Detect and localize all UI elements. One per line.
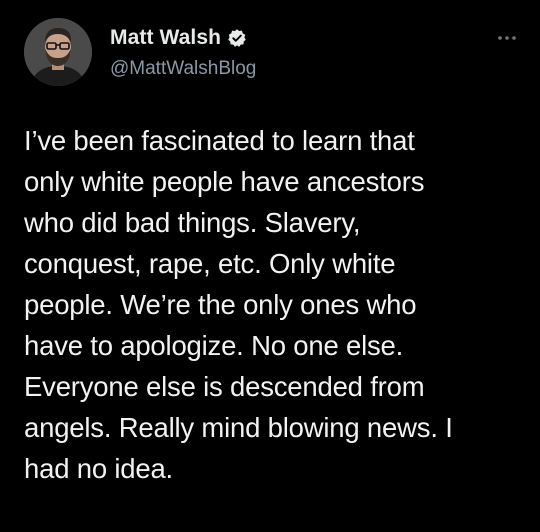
tweet-text: I’ve been fascinated to learn that only … [24,120,524,489]
tweet-text-line: only white people have ancestors [24,166,425,197]
more-options-icon[interactable] [496,30,518,40]
tweet-text-line: I’ve been fascinated to learn that [24,125,415,156]
profile-photo-icon [24,18,92,86]
tweet-text-line: who did bad things. Slavery, [24,207,361,238]
tweet-text-line: angels. Really mind blowing news. I [24,412,453,443]
author-name-row: Matt Walsh [110,26,247,50]
tweet-text-line: people. We’re the only ones who [24,289,417,320]
tweet-card: Matt Walsh @MattWalshBlog I’ve been fasc… [0,0,540,532]
author-handle[interactable]: @MattWalshBlog [110,58,256,80]
author-name[interactable]: Matt Walsh [110,26,221,50]
tweet-text-line: conquest, rape, etc. Only white [24,248,396,279]
verified-badge-icon [227,28,247,48]
tweet-text-line: Everyone else is descended from [24,371,425,402]
tweet-text-line: had no idea. [24,453,173,484]
tweet-text-line: have to apologize. No one else. [24,330,404,361]
avatar[interactable] [24,18,92,86]
